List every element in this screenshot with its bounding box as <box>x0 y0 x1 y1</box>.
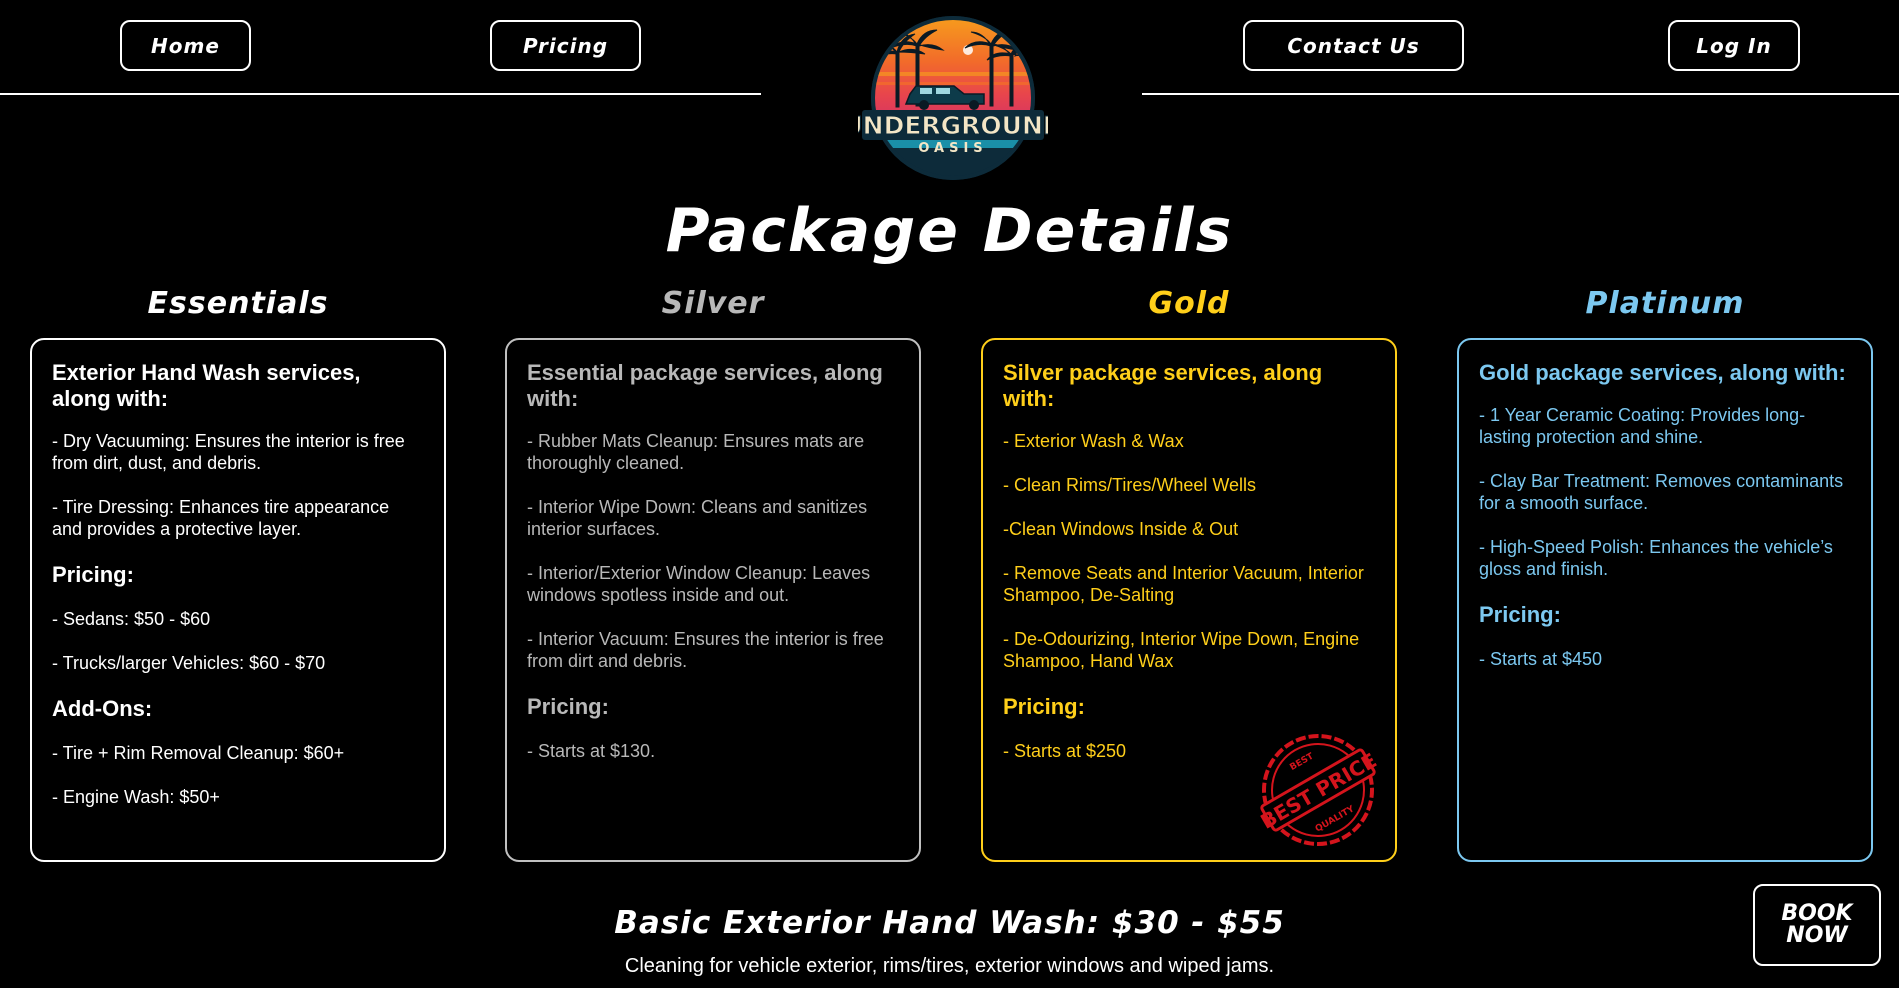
service-item: - Dry Vacuuming: Ensures the interior is… <box>52 431 405 473</box>
addon-item: - Engine Wash: $50+ <box>52 787 220 807</box>
best-price-stamp: BEST PRICE BEST QUALITY <box>1258 734 1378 846</box>
book-now-button[interactable]: BOOK NOW <box>1753 884 1881 966</box>
addon-item: - Tire + Rim Removal Cleanup: $60+ <box>52 743 345 763</box>
addons-label: Add-Ons: <box>52 696 153 721</box>
nav-contact-button[interactable]: Contact Us <box>1243 20 1464 71</box>
underground-oasis-logo[interactable]: UNDERGROUND OASIS <box>858 12 1048 180</box>
tier-name-platinum: Platinum <box>1585 286 1745 321</box>
package-heading: Gold package services, along with: <box>1479 360 1846 385</box>
service-item: - Rubber Mats Cleanup: Ensures mats are … <box>527 431 865 473</box>
package-heading: Silver package services, along with: <box>1003 360 1323 411</box>
package-heading: Exterior Hand Wash services, along with: <box>52 360 361 411</box>
service-item: - High-Speed Polish: Enhances the vehicl… <box>1479 537 1833 579</box>
package-card-essentials: Exterior Hand Wash services, along with:… <box>30 338 446 862</box>
price-item: - Trucks/larger Vehicles: $60 - $70 <box>52 653 326 673</box>
package-card-platinum: Gold package services, along with: - 1 Y… <box>1457 338 1873 862</box>
pricing-label: Pricing: <box>1003 694 1085 719</box>
stamp-main-text: BEST PRICE <box>1258 748 1378 834</box>
service-item: - Interior Vacuum: Ensures the interior … <box>527 629 884 671</box>
service-item: - Remove Seats and Interior Vacuum, Inte… <box>1003 563 1364 605</box>
service-item: - De-Odourizing, Interior Wipe Down, Eng… <box>1003 629 1360 671</box>
price-item: - Starts at $450 <box>1479 649 1603 669</box>
tier-name-gold: Gold <box>1148 286 1230 321</box>
logo-title-text: UNDERGROUND <box>858 111 1048 140</box>
nav-divider-right <box>1142 93 1899 95</box>
pricing-label: Pricing: <box>527 694 609 719</box>
book-now-line2: NOW <box>1786 923 1848 948</box>
service-item: - Exterior Wash & Wax <box>1003 431 1184 451</box>
nav-login-button[interactable]: Log In <box>1668 20 1800 71</box>
nav-divider-left <box>0 93 761 95</box>
service-item: - Clean Rims/Tires/Wheel Wells <box>1003 475 1257 495</box>
basic-wash-description: Cleaning for vehicle exterior, rims/tire… <box>624 955 1275 977</box>
book-now-line1: BOOK <box>1781 901 1853 926</box>
nav-pricing-button[interactable]: Pricing <box>490 20 641 71</box>
service-item: - Interior/Exterior Window Cleanup: Leav… <box>527 563 871 605</box>
stamp-bottom-text: QUALITY <box>1314 804 1357 835</box>
logo-subtitle-text: OASIS <box>918 141 987 156</box>
nav-home-button[interactable]: Home <box>120 20 251 71</box>
pricing-label: Pricing: <box>52 562 134 587</box>
stamp-top-text: BEST <box>1288 751 1316 773</box>
page-title: Package Details <box>665 196 1234 266</box>
price-item: - Starts at $130. <box>527 741 656 761</box>
pricing-label: Pricing: <box>1479 602 1561 627</box>
service-item: - Interior Wipe Down: Cleans and sanitiz… <box>527 497 868 539</box>
service-item: -Clean Windows Inside & Out <box>1003 519 1239 539</box>
tier-name-essentials: Essentials <box>147 286 329 321</box>
package-card-silver: Essential package services, along with: … <box>505 338 921 862</box>
basic-wash-title: Basic Exterior Hand Wash: $30 - $55 <box>614 905 1285 941</box>
price-item: - Sedans: $50 - $60 <box>52 609 211 629</box>
service-item: - 1 Year Ceramic Coating: Provides long-… <box>1479 405 1806 447</box>
tier-name-silver: Silver <box>661 286 765 321</box>
service-item: - Tire Dressing: Enhances tire appearanc… <box>52 497 390 539</box>
service-item: - Clay Bar Treatment: Removes contaminan… <box>1479 471 1844 513</box>
package-heading: Essential package services, along with: <box>527 360 883 411</box>
